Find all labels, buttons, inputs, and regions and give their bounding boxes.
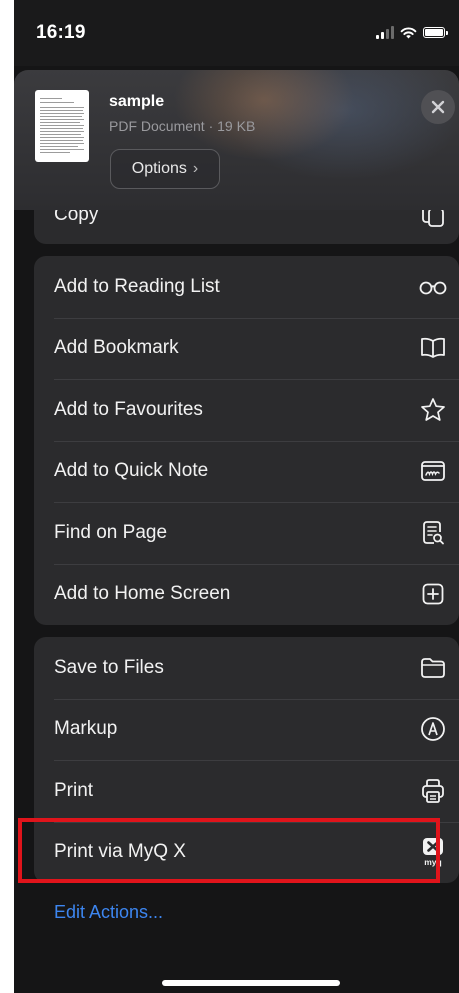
row-label: Save to Files: [54, 656, 164, 678]
options-button[interactable]: Options ›: [110, 149, 220, 189]
row-label: Add Bookmark: [54, 337, 179, 359]
status-bar: 16:19: [14, 0, 459, 66]
document-title: sample: [109, 93, 165, 110]
add-to-reading-list-row[interactable]: Add to Reading List: [34, 256, 459, 318]
star-icon: [419, 396, 447, 424]
myq-icon-text: myq: [424, 857, 441, 867]
row-label: Add to Home Screen: [54, 583, 231, 605]
row-label: Add to Favourites: [54, 398, 203, 420]
home-indicator[interactable]: [162, 980, 340, 986]
quick-note-icon: [419, 457, 447, 485]
share-sheet-screen: 16:19 Copy sample PDF Document · 19 KB O…: [14, 0, 459, 993]
battery-icon: [423, 26, 448, 38]
close-button[interactable]: [421, 90, 455, 124]
row-label: Print via MyQ X: [54, 841, 186, 863]
add-to-favourites-row[interactable]: Add to Favourites: [34, 379, 459, 441]
markup-row[interactable]: Markup: [34, 698, 459, 761]
document-thumbnail: [35, 90, 89, 162]
row-label: Find on Page: [54, 521, 168, 543]
add-to-home-screen-row[interactable]: Add to Home Screen: [34, 563, 459, 626]
actions-group-browser: Add to Reading List Add Bookmark Add to …: [34, 256, 459, 625]
myq-app-icon: myq: [419, 838, 447, 867]
document-subtitle: PDF Document · 19 KB: [109, 118, 256, 134]
book-icon: [419, 334, 447, 362]
actions-group-app: Save to Files Markup Print Print via MyQ…: [34, 637, 459, 883]
share-header: sample PDF Document · 19 KB Options ›: [14, 70, 459, 210]
row-label: Markup: [54, 718, 118, 740]
print-row[interactable]: Print: [34, 760, 459, 822]
row-label: Add to Quick Note: [54, 460, 209, 482]
status-time: 16:19: [36, 22, 86, 43]
markup-pen-icon: [419, 715, 447, 743]
edit-actions-link[interactable]: Edit Actions...: [54, 902, 163, 923]
save-to-files-row[interactable]: Save to Files: [34, 637, 459, 699]
status-icons: [376, 24, 448, 40]
find-on-page-row[interactable]: Find on Page: [34, 502, 459, 564]
folder-icon: [419, 654, 447, 682]
glasses-icon: [419, 273, 447, 301]
cellular-signal-icon: [376, 25, 394, 39]
row-label: Print: [54, 779, 94, 801]
plus-square-icon: [419, 580, 447, 608]
add-bookmark-row[interactable]: Add Bookmark: [34, 317, 459, 380]
print-via-myq-x-row[interactable]: Print via MyQ X myq: [34, 821, 459, 884]
add-to-quick-note-row[interactable]: Add to Quick Note: [34, 440, 459, 503]
chevron-right-icon: ›: [192, 160, 199, 177]
wifi-icon: [400, 27, 417, 38]
options-label: Options: [131, 160, 187, 177]
close-icon: [431, 100, 445, 114]
find-on-page-icon: [419, 519, 447, 547]
row-label: Add to Reading List: [54, 275, 220, 297]
printer-icon: [419, 777, 447, 805]
